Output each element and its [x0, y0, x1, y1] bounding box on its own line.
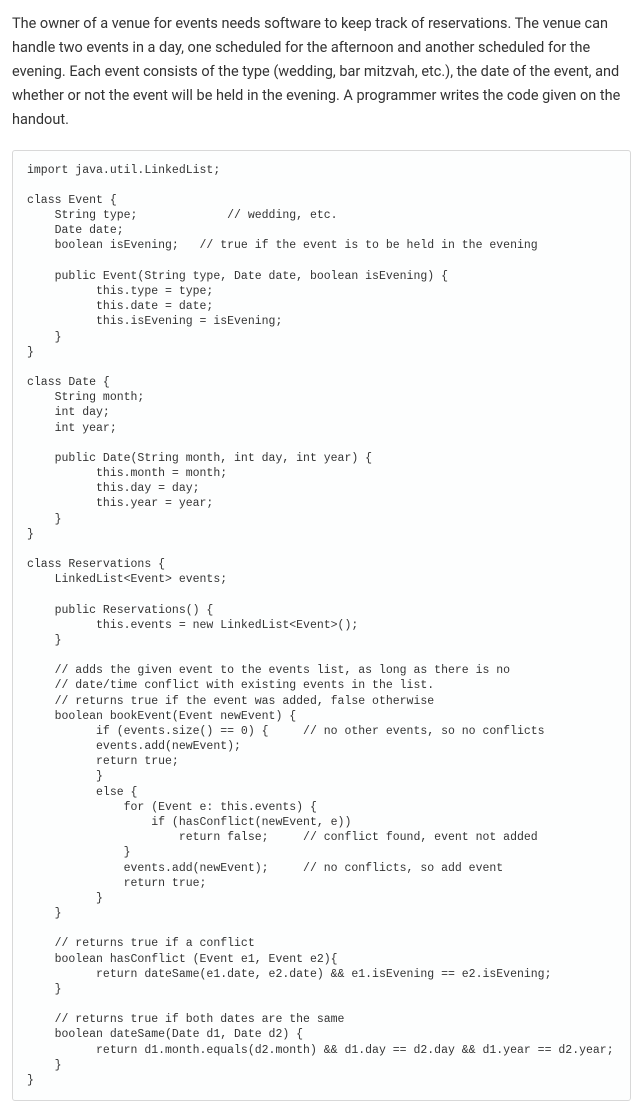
problem-description: The owner of a venue for events needs so…	[12, 12, 631, 132]
code-listing: import java.util.LinkedList; class Event…	[12, 150, 631, 1101]
